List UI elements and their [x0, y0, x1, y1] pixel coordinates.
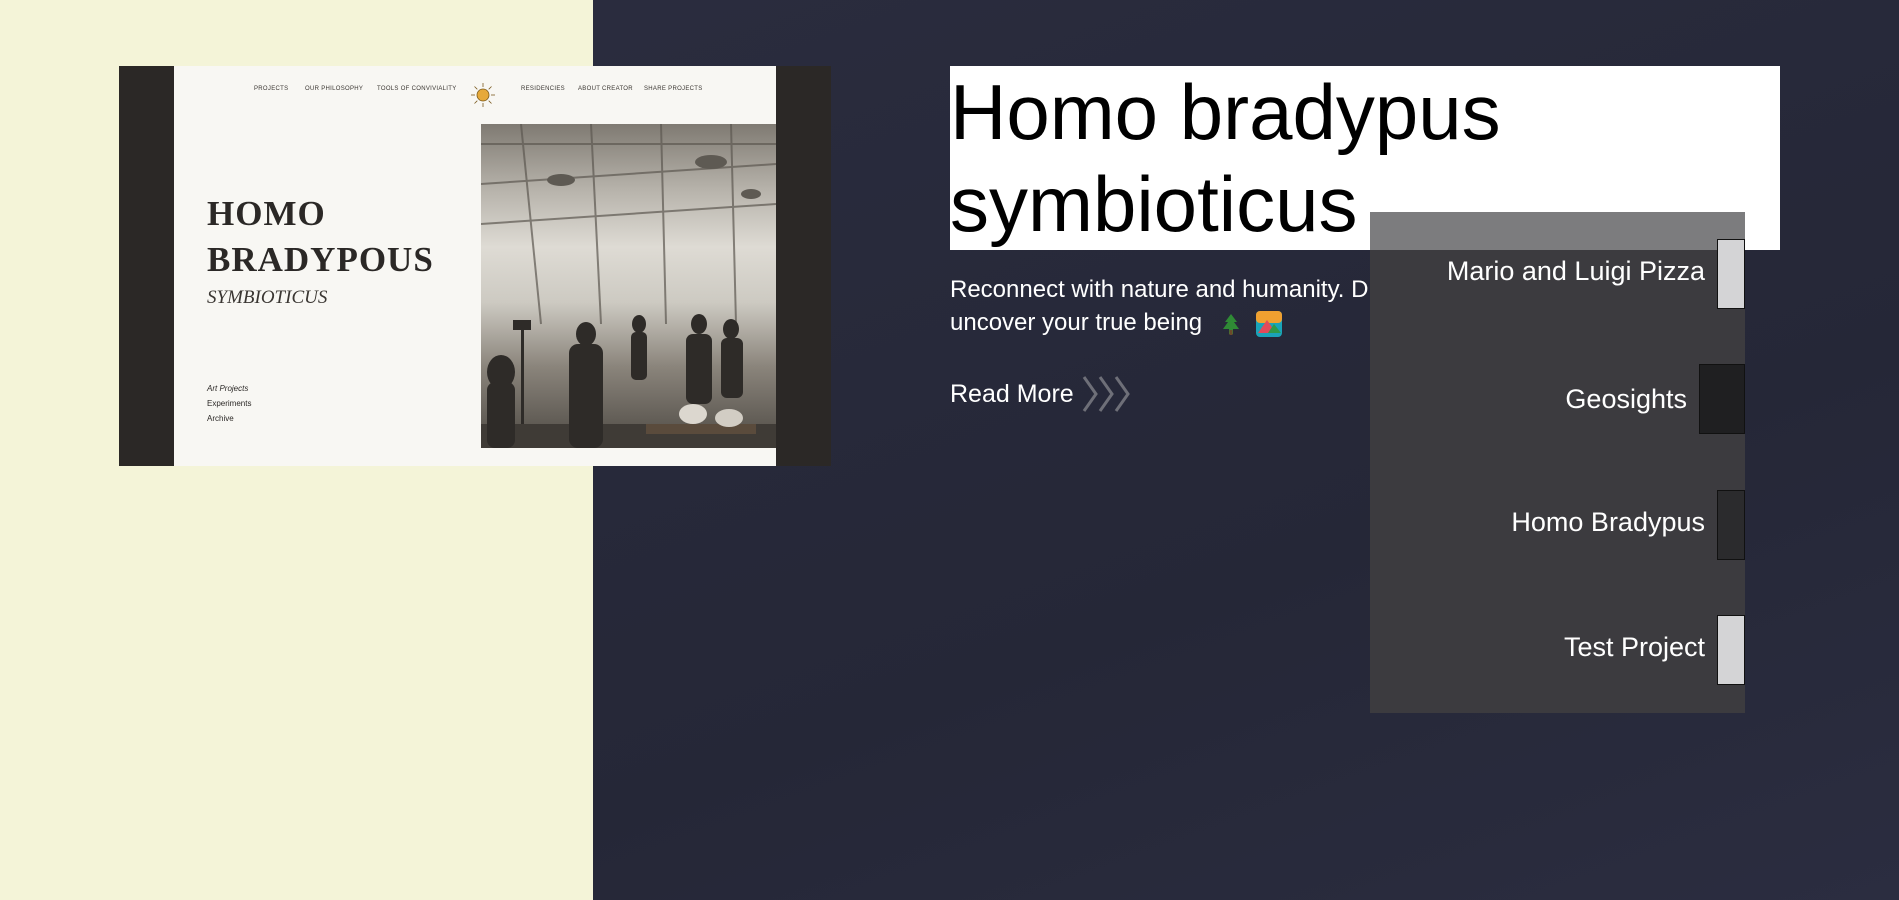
preview-link-archive[interactable]: Archive	[207, 414, 251, 423]
sun-logo-icon[interactable]	[470, 82, 496, 108]
project-menu-overlay: Mario and Luigi Pizza Geosights Homo Bra…	[1370, 212, 1745, 713]
menu-item-thumbnail	[1717, 615, 1745, 685]
read-more-link[interactable]: Read More	[950, 373, 1134, 415]
menu-item-label: Test Project	[1563, 632, 1705, 662]
chevron-right-icon	[1082, 376, 1130, 412]
menu-item-thumbnail	[1717, 239, 1745, 309]
preview-link-art-projects[interactable]: Art Projects	[207, 384, 251, 393]
preview-nav-tools[interactable]: TOOLS OF CONVIVIALITY	[377, 86, 457, 92]
menu-item-thumbnail	[1699, 364, 1745, 434]
menu-item-mario-and-luigi-pizza[interactable]: Mario and Luigi Pizza	[1370, 239, 1745, 309]
preview-nav-philosophy[interactable]: OUR PHILOSOPHY	[305, 86, 363, 92]
preview-page: PROJECTS OUR PHILOSOPHY TOOLS OF CONVIVI…	[174, 66, 776, 466]
preview-title-line2: BRADYPOUS	[207, 240, 434, 279]
preview-links: Art Projects Experiments Archive	[207, 384, 251, 429]
preview-nav-residencies[interactable]: RESIDENCIES	[521, 86, 565, 92]
menu-item-label: Mario and Luigi Pizza	[1446, 256, 1705, 286]
preview-link-experiments[interactable]: Experiments	[207, 399, 251, 408]
read-more-label: Read More	[950, 379, 1074, 408]
menu-item-test-project[interactable]: Test Project	[1370, 615, 1745, 685]
menu-item-label: Geosights	[1565, 384, 1687, 414]
mountain-emoji-icon	[1255, 310, 1282, 337]
preview-nav-projects[interactable]: PROJECTS	[254, 86, 288, 92]
preview-nav: PROJECTS OUR PHILOSOPHY TOOLS OF CONVIVI…	[174, 82, 776, 107]
preview-nav-share[interactable]: SHARE PROJECTS	[644, 86, 703, 92]
preview-studio-photo	[481, 124, 776, 448]
website-preview-card[interactable]: PROJECTS OUR PHILOSOPHY TOOLS OF CONVIVI…	[119, 66, 831, 466]
preview-title-line1: HOMO	[207, 194, 326, 233]
menu-item-label: Homo Bradypus	[1511, 507, 1705, 537]
menu-item-geosights[interactable]: Geosights	[1370, 364, 1745, 434]
tree-emoji-icon	[1222, 313, 1239, 335]
preview-subtitle: SYMBIOTICUS	[207, 287, 328, 308]
menu-item-homo-bradypus[interactable]: Homo Bradypus	[1370, 490, 1745, 560]
menu-item-thumbnail	[1717, 490, 1745, 560]
preview-nav-about[interactable]: ABOUT CREATOR	[578, 86, 633, 92]
